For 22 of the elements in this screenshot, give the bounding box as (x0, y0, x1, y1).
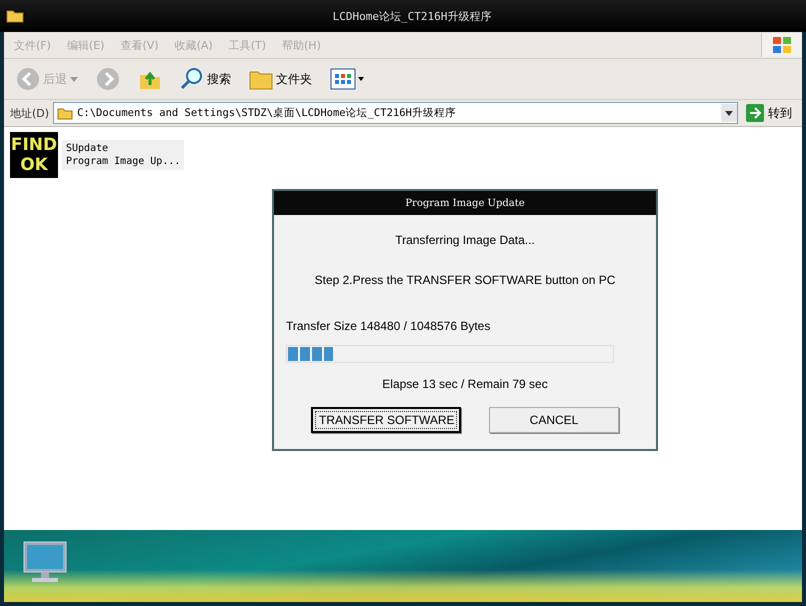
folder-icon (57, 106, 74, 120)
status-text: Transferring Image Data... (394, 233, 536, 247)
file-name[interactable]: SUpdate (66, 142, 180, 155)
instruction-text: Step 2.Press the TRANSFER SOFTWARE button on PC (314, 273, 616, 287)
transfer-size-text: Transfer Size 148480 / 1048576 Bytes (286, 319, 492, 333)
file-description: Program Image Up... (66, 155, 180, 168)
search-button[interactable]: 搜索 (176, 65, 235, 93)
dialog-button[interactable]: TRANSFER SOFTWARE (311, 407, 461, 433)
caret-icon (70, 76, 78, 82)
address-path: C:\Documents and Settings\STDZ\桌面\LCDHome论坛_CT216H升级程序 (77, 106, 456, 120)
address-field[interactable]: C:\Documents and Settings\STDZ\桌面\LCDHome论坛_CT216H升级程序 (53, 102, 738, 124)
address-label: 地址(D) (10, 106, 50, 120)
time-text: Elapse 13 sec / Remain 79 sec (381, 377, 549, 391)
search-icon (180, 67, 204, 91)
window-title: LCDHome论坛_CT216H升级程序 (332, 8, 492, 24)
app-icon[interactable]: FIND OK (10, 132, 58, 178)
folder-icon (6, 9, 24, 23)
dialog-title: Program Image Update (274, 191, 656, 215)
dialog-button[interactable]: CANCEL (489, 407, 619, 433)
arrow-right-icon (746, 104, 764, 122)
folders-button[interactable]: 文件夹 (245, 66, 316, 92)
go-button[interactable]: 转到 (742, 104, 796, 122)
